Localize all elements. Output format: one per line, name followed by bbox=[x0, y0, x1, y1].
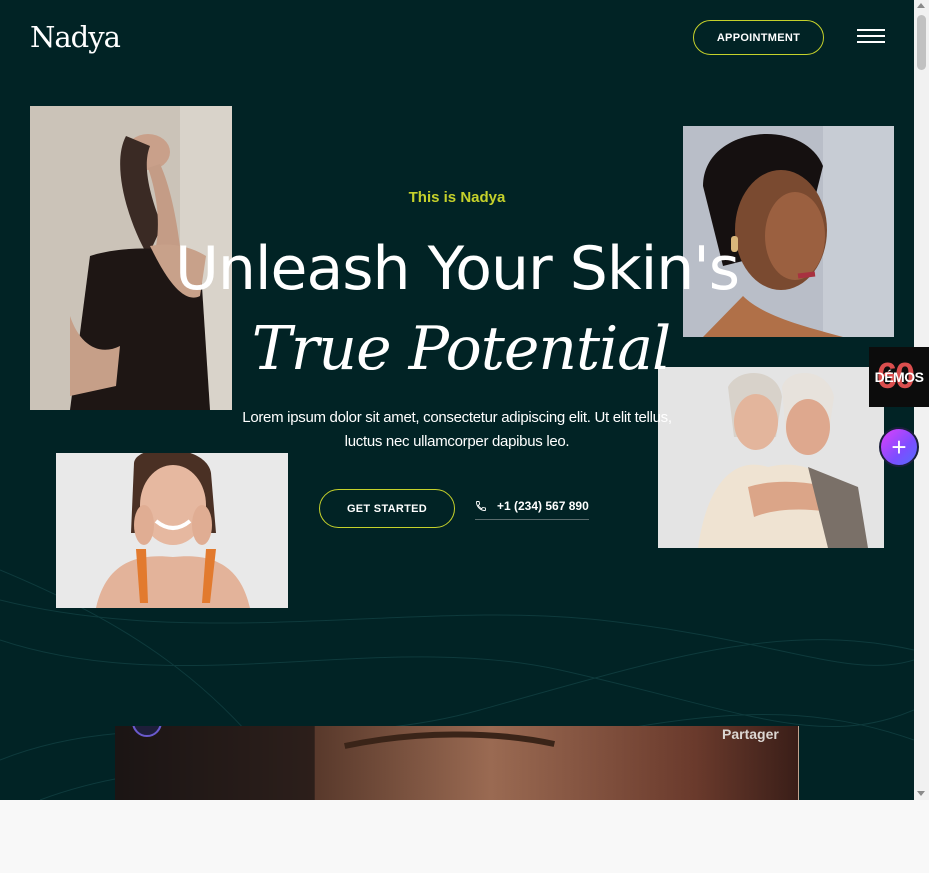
hero-headline: Unleash Your Skin's bbox=[174, 234, 740, 304]
scroll-thumb[interactable] bbox=[917, 15, 926, 70]
demos-label: DÉMOS bbox=[874, 369, 924, 385]
scroll-down-arrow-icon[interactable] bbox=[917, 791, 925, 796]
phone-link[interactable]: +1 (234) 567 890 bbox=[475, 497, 589, 520]
hamburger-menu-icon[interactable] bbox=[857, 29, 885, 45]
appointment-button[interactable]: APPOINTMENT bbox=[693, 20, 824, 55]
phone-number: +1 (234) 567 890 bbox=[497, 499, 589, 513]
site-logo[interactable]: Nadya bbox=[30, 20, 121, 54]
hero-photo-smiling-woman bbox=[56, 453, 288, 608]
scroll-up-arrow-icon[interactable] bbox=[917, 3, 925, 8]
phone-icon bbox=[476, 501, 486, 511]
video-preview[interactable] bbox=[115, 726, 799, 800]
plus-icon[interactable]: + bbox=[879, 427, 919, 467]
page-viewport: Nadya APPOINTMENT This is Nadya Unleash … bbox=[0, 0, 914, 800]
hero-photo-two-women-hugging bbox=[658, 367, 884, 548]
hero-lead-paragraph: Lorem ipsum dolor sit amet, consectetur … bbox=[242, 409, 672, 450]
hero-headline-italic: True Potential bbox=[251, 314, 672, 384]
demos-widget[interactable]: 60 DÉMOS bbox=[869, 347, 929, 407]
share-label[interactable]: Partager bbox=[722, 726, 779, 742]
get-started-button[interactable]: GET STARTED bbox=[319, 489, 455, 528]
hero-eyebrow: This is Nadya bbox=[408, 189, 506, 206]
page-bottom-area bbox=[0, 800, 929, 873]
